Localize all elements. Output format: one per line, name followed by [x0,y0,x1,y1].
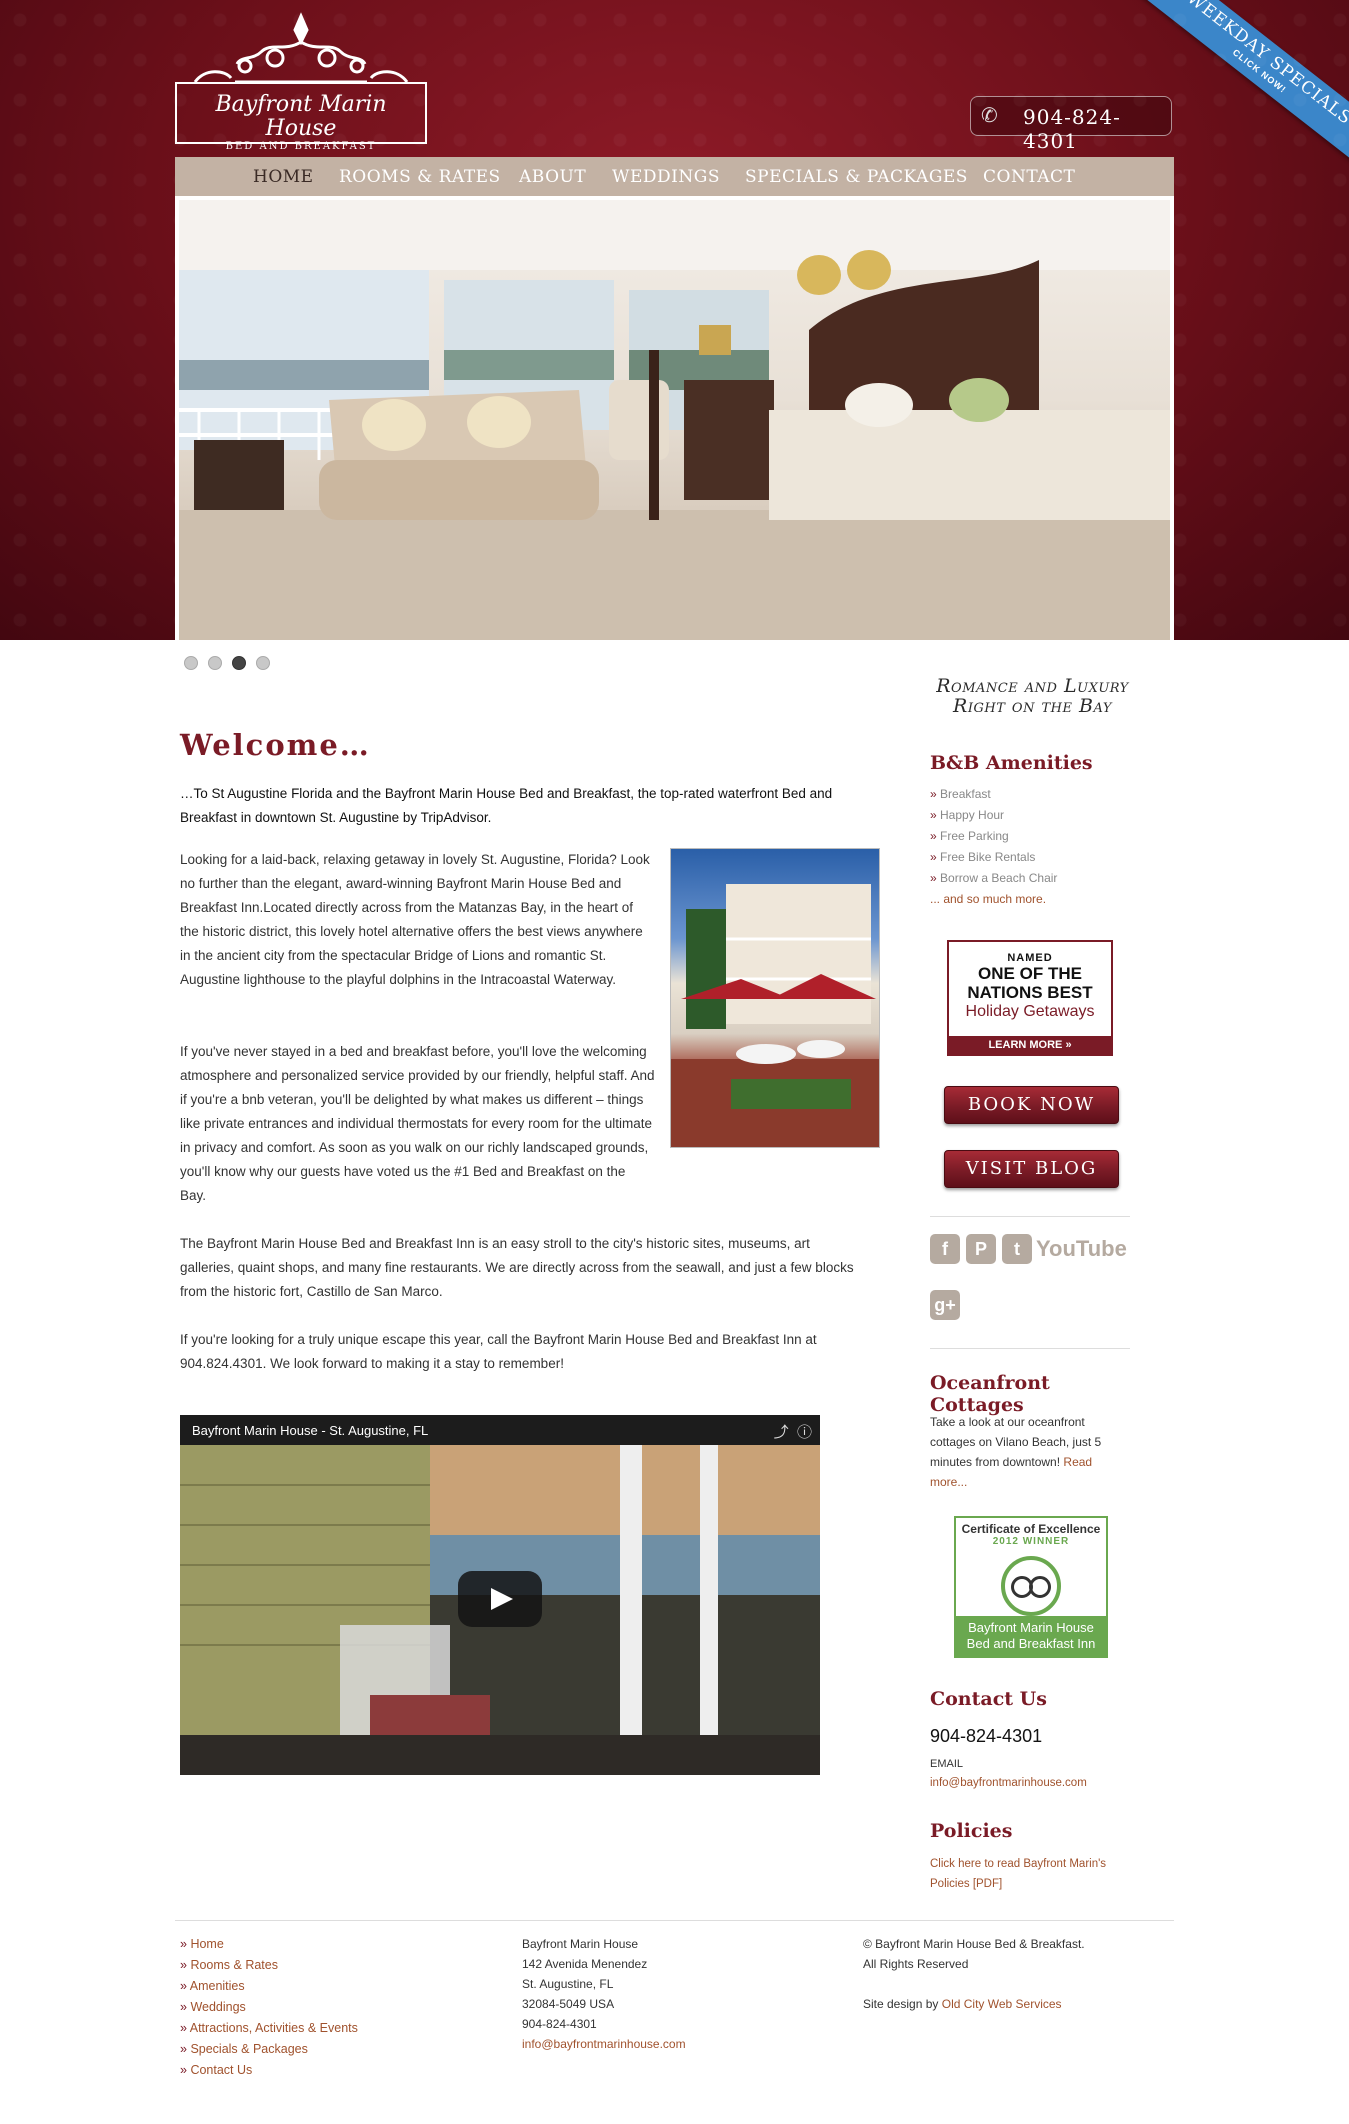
cert-name: Bayfront Marin House Bed and Breakfast I… [956,1616,1106,1656]
address-phone: 904-824-4301 [522,2017,597,2031]
badge-subtitle: Holiday Getaways [965,1003,1095,1020]
list-item: Breakfast [930,784,1057,805]
footer-link-contact[interactable]: Contact Us [190,2063,252,2077]
cert-year: 2012 WINNER [992,1536,1070,1547]
cottages-heading: Oceanfront Cottages [930,1372,1050,1416]
logo-name: Bayfront Marin House [215,92,387,141]
header-phone-number: 904-824-4301 [1023,105,1121,153]
divider [930,1216,1130,1217]
footer-link-amenities[interactable]: Amenities [190,1979,245,1993]
amenities-more-link[interactable]: ... and so much more. [930,892,1046,906]
visit-blog-button[interactable]: VISIT BLOG [944,1150,1119,1188]
badge-named: NAMED [1007,952,1053,964]
cottages-text: Take a look at our oceanfront cottages o… [930,1412,1120,1492]
slider-dot-active[interactable] [232,656,246,670]
contact-email-label: EMAIL [930,1758,964,1770]
tripadvisor-owl-icon [1001,1556,1061,1616]
logo-crest-icon [193,12,409,84]
tagline-line-2: Right on the Bay [953,695,1112,717]
list-item: Free Parking [930,826,1057,847]
footer-link-rooms[interactable]: Rooms & Rates [190,1958,278,1972]
info-icon[interactable]: ⓘ [797,1424,812,1441]
nav-specials-packages[interactable]: SPECIALS & PACKAGES [745,167,968,187]
footer-nav: Home Rooms & Rates Amenities Weddings At… [180,1934,358,2081]
address-email-link[interactable]: info@bayfrontmarinhouse.com [522,2037,686,2051]
address-zip: 32084-5049 USA [522,1997,615,2011]
hero-slider[interactable] [175,196,1174,640]
footer-link-weddings[interactable]: Weddings [190,2000,245,2014]
amenities-list: Breakfast Happy Hour Free Parking Free B… [930,784,1057,910]
footer-link-specials[interactable]: Specials & Packages [190,2042,307,2056]
slider-dot[interactable] [184,656,198,670]
logo-text-box: Bayfront Marin House BED AND BREAKFAST [175,82,427,152]
intro-paragraph: …To St Augustine Florida and the Bayfron… [180,786,833,825]
google-plus-icon[interactable]: g+ [930,1290,960,1320]
logo[interactable]: Bayfront Marin House BED AND BREAKFAST [175,12,427,152]
sidebar-tagline: Romance and Luxury Right on the Bay [930,676,1135,716]
video-controls: ⤴ ⓘ [774,1421,812,1442]
contact-email-link[interactable]: info@bayfrontmarinhouse.com [930,1773,1120,1793]
page-title: Welcome… [180,728,371,762]
nav-about[interactable]: ABOUT [519,167,586,187]
hero-room-photo [179,200,1170,640]
main-nav: HOME ROOMS & RATES ABOUT WEDDINGS SPECIA… [175,157,1174,197]
divider [930,1348,1130,1349]
address-city: St. Augustine, FL [522,1977,614,1991]
policies-heading: Policies [930,1820,1013,1842]
book-now-button[interactable]: BOOK NOW [944,1086,1119,1124]
pinterest-icon[interactable]: P [966,1234,996,1264]
body-paragraph: The Bayfront Marin House Bed and Breakfa… [180,1236,854,1299]
slider-dot[interactable] [208,656,222,670]
list-item: Free Bike Rentals [930,847,1057,868]
contact-phone: 904-824-4301 [930,1726,1043,1746]
holiday-getaways-badge[interactable]: NAMED ONE OF THE NATIONS BEST Holiday Ge… [947,940,1113,1056]
body-paragraph: Looking for a laid-back, relaxing getawa… [180,852,650,987]
footer-divider [175,1920,1174,1921]
video-title: Bayfront Marin House - St. Augustine, FL [192,1423,429,1438]
nav-rooms-rates[interactable]: ROOMS & RATES [339,167,501,187]
youtube-icon[interactable]: YouTube [1036,1234,1127,1264]
address-name: Bayfront Marin House [522,1937,639,1951]
twitter-icon[interactable]: t [1002,1234,1032,1264]
footer-link-attractions[interactable]: Attractions, Activities & Events [190,2021,358,2035]
policies-link[interactable]: Click here to read Bayfront Marin's Poli… [930,1854,1130,1894]
share-icon[interactable]: ⤴ [774,1424,789,1441]
phone-button[interactable]: ✆ 904-824-4301 [970,96,1172,153]
cert-title: Certificate of Excellence [961,1522,1101,1536]
courtyard-photo [670,848,880,1148]
tagline-line-1: Romance and Luxury [936,675,1129,697]
logo-subtitle: BED AND BREAKFAST [225,141,377,152]
amenities-heading: B&B Amenities [930,752,1093,774]
facebook-icon[interactable]: f [930,1234,960,1264]
list-item: Borrow a Beach Chair [930,868,1057,889]
sidebar: Romance and Luxury Right on the Bay B&B … [930,676,1135,1890]
phone-icon: ✆ [981,105,998,127]
site-design-credit: Site design by Old City Web Services [863,1994,1085,2014]
design-prefix: Site design by [863,1997,939,2011]
copyright-text: © Bayfront Marin House Bed & Breakfast. [863,1937,1085,1951]
design-link[interactable]: Old City Web Services [942,1997,1062,2011]
youtube-video[interactable]: Bayfront Marin House - St. Augustine, FL… [180,1415,820,1775]
play-button[interactable] [458,1571,542,1627]
footer-copyright: © Bayfront Marin House Bed & Breakfast. … [863,1934,1085,2014]
body-paragraph: If you've never stayed in a bed and brea… [180,1044,655,1203]
contact-heading: Contact Us [930,1688,1047,1710]
badge-title: ONE OF THE NATIONS BEST [967,964,1093,1002]
body-paragraph: If you're looking for a truly unique esc… [180,1332,817,1371]
slider-dot[interactable] [256,656,270,670]
list-item: Happy Hour [930,805,1057,826]
footer-link-home[interactable]: Home [190,1937,223,1951]
rights-text: All Rights Reserved [863,1957,969,1971]
footer-address: Bayfront Marin House 142 Avenida Menende… [522,1934,686,2054]
tripadvisor-certificate[interactable]: Certificate of Excellence 2012 WINNER Ba… [954,1516,1108,1658]
nav-home[interactable]: HOME [253,167,314,187]
badge-learn-more: LEARN MORE » [949,1036,1111,1054]
nav-contact[interactable]: CONTACT [983,167,1075,187]
address-street: 142 Avenida Menendez [522,1957,648,1971]
nav-weddings[interactable]: WEDDINGS [612,167,720,187]
